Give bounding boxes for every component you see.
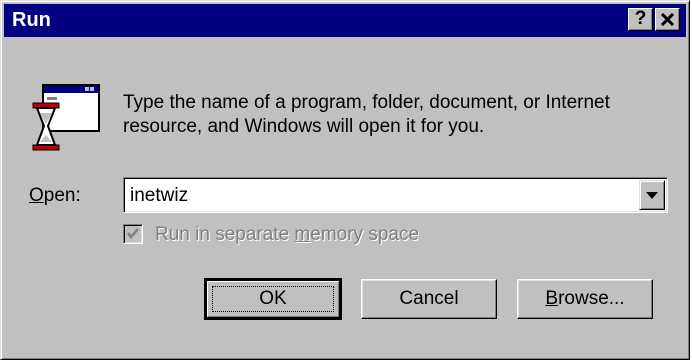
run-program-icon <box>31 83 101 153</box>
browse-button[interactable]: Browse... <box>517 279 653 319</box>
focus-rect <box>212 286 334 312</box>
separate-memory-checkbox[interactable] <box>123 224 143 244</box>
help-button[interactable]: ? <box>628 8 653 31</box>
separate-memory-label: Run in separate memory space <box>155 224 420 245</box>
open-input[interactable]: inetwiz <box>130 185 188 207</box>
close-icon <box>660 12 675 27</box>
title-bar[interactable]: Run ? <box>4 4 686 37</box>
dropdown-arrow-button[interactable] <box>639 180 665 210</box>
open-combobox[interactable]: inetwiz <box>123 177 668 213</box>
run-dialog: Run ? Type the name of a program, folder… <box>0 0 690 360</box>
window-title: Run <box>12 9 51 31</box>
checkmark-icon <box>127 228 139 239</box>
open-label: Open: <box>29 185 81 206</box>
close-button[interactable] <box>655 8 680 31</box>
cancel-button[interactable]: Cancel <box>361 279 497 319</box>
ok-button[interactable]: OK <box>204 278 342 320</box>
description-text: Type the name of a program, folder, docu… <box>123 92 610 137</box>
